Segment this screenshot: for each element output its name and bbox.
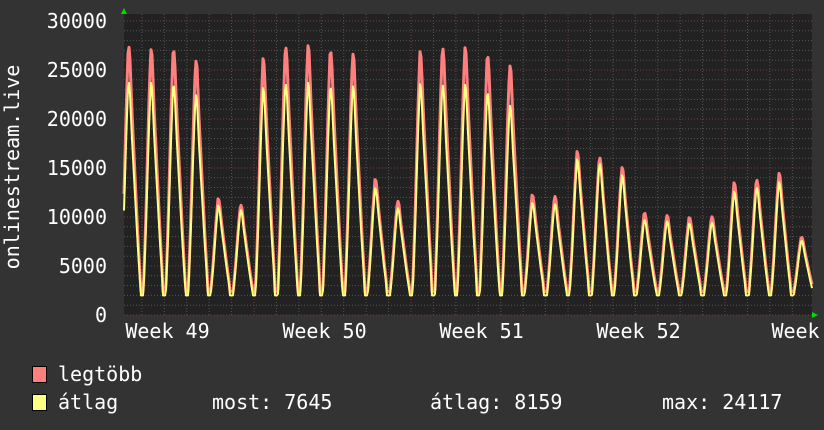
- legtobb-swatch: [32, 366, 47, 383]
- stat-max: max: 24117: [662, 390, 783, 414]
- x-axis-arrow-icon: [812, 312, 818, 318]
- x-tick-label: Week: [771, 319, 819, 343]
- y-tick-label: 5000: [59, 254, 107, 278]
- y-tick-label: 0: [95, 303, 107, 327]
- legend-label-legtobb: legtöbb: [58, 362, 143, 386]
- x-tick-label: Week 52: [596, 319, 680, 343]
- stat-atlag: átlag: 8159: [430, 390, 563, 414]
- y-tick-label: 25000: [47, 58, 107, 82]
- x-axis-ticks: Week 49 Week 50 Week 51 Week 52 Week: [125, 319, 819, 343]
- y-tick-label: 15000: [47, 156, 107, 180]
- y-tick-label: 20000: [47, 107, 107, 131]
- x-tick-label: Week 50: [282, 319, 366, 343]
- x-tick-label: Week 51: [439, 319, 523, 343]
- stat-most: most: 7645: [212, 390, 333, 414]
- y-axis-label: onlinestream.live: [0, 65, 24, 270]
- y-tick-label: 10000: [47, 205, 107, 229]
- x-tick-label: Week 49: [125, 319, 209, 343]
- y-tick-label: 30000: [47, 9, 107, 33]
- chart: 050001000015000200002500030000 Week 49 We…: [0, 8, 820, 343]
- y-axis-ticks: 0 5000 10000 15000 20000 25000 30000: [47, 9, 107, 327]
- atlag-swatch: [32, 394, 47, 411]
- legend-label-atlag: átlag: [58, 390, 119, 414]
- legend-item-atlag: átlag most: 7645 átlag: 8159 max: 24117: [32, 388, 822, 416]
- y-axis-arrow-icon: [121, 8, 127, 14]
